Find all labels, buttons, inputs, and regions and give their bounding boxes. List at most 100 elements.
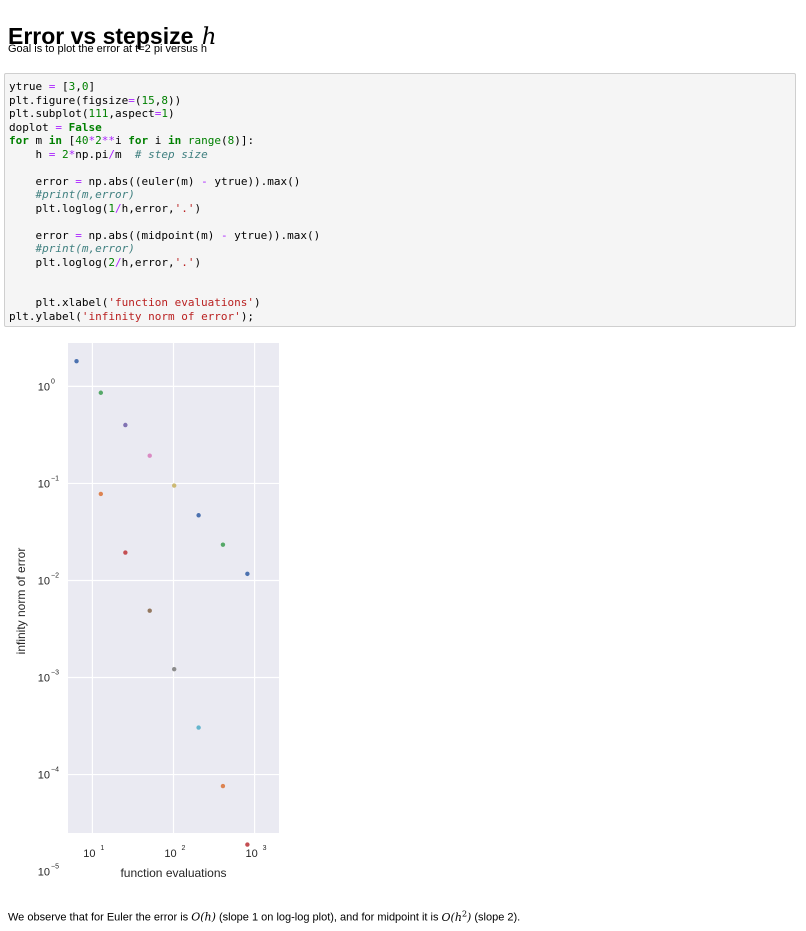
code-token: h,error, (121, 255, 175, 269)
plot-output: 10 1 10 2 10 3 10 0 10 −1 10 −2 10 −3 10 −4 10 −5 function… (0, 330, 300, 906)
code-line: error = np.abs((midpoint(m) - ytrue)).ma… (9, 229, 320, 242)
data-point (74, 358, 79, 364)
code-token: )]: (234, 134, 255, 147)
code-token: 8 (161, 93, 168, 107)
code-token: for (128, 134, 149, 147)
euler-order-math: O(h) (191, 911, 216, 924)
code-token: in (48, 134, 62, 147)
code-token: 111 (88, 107, 109, 120)
error-chart: 10 1 10 2 10 310 010 −110 −210 −310 −410 −5 function… (14, 343, 279, 906)
data-point (123, 422, 128, 428)
code-token: 'function evaluations' (108, 296, 255, 309)
x-tick-exponent: 3 (263, 845, 267, 852)
code-token: ( (221, 134, 228, 147)
code-token: error (9, 228, 76, 242)
y-tick-label: 10 (38, 867, 50, 879)
code-token: - (220, 228, 228, 242)
data-point (220, 542, 226, 547)
code-cell[interactable]: ytrue = [3,0] plt.figure(figsize=(15,8))… (4, 73, 796, 327)
data-point (245, 842, 250, 847)
x-axis-label: function evaluations (120, 866, 226, 880)
code-token: i (115, 134, 129, 147)
x-tick-exponent: 1 (100, 845, 104, 852)
code-token: error (9, 174, 76, 188)
code-token: 2 (108, 255, 115, 269)
data-point (98, 390, 104, 395)
code-token: #print(m,error) (35, 242, 135, 255)
conclusion-part-2: (slope 1 on log-log plot), and for midpo… (215, 911, 442, 924)
code-token: doplot (9, 120, 56, 134)
code-line: plt.xlabel('function evaluations') (9, 296, 261, 309)
x-tick-label: 10 (245, 848, 257, 860)
data-point (245, 571, 250, 577)
code-token: # step size (134, 147, 208, 161)
code-line: h = 2*np.pi/m # step size (9, 147, 208, 161)
code-token: 2 (62, 147, 69, 161)
code-token: np.abs((euler(m) (81, 174, 202, 188)
data-point (123, 550, 128, 555)
y-tick-exponent: −1 (51, 475, 59, 482)
x-tick-label: 10 (164, 848, 176, 860)
midpoint-order-math: O(h2) (441, 909, 472, 924)
code-token: m (115, 147, 135, 161)
code-token: plt.subplot( (9, 107, 89, 120)
code-token: ) (194, 201, 202, 215)
code-token: i (148, 134, 168, 147)
y-tick-label: 10 (38, 381, 50, 393)
code-token: range (187, 134, 221, 147)
code-token: m (28, 134, 49, 147)
y-tick-label: 10 (38, 673, 50, 685)
code-token: [ (62, 134, 76, 147)
code-token: = (128, 93, 135, 107)
code-token: ) (194, 255, 202, 269)
code-token: - (201, 174, 208, 188)
code-token: = (75, 174, 82, 188)
y-tick-label: 10 (38, 575, 50, 587)
euler-order: O(h) (191, 910, 216, 924)
code-token: plt.loglog( (9, 201, 109, 215)
code-token: ,aspect (108, 107, 155, 120)
data-point (147, 608, 152, 613)
conclusion-part-1: We observe that for Euler the error is (8, 911, 192, 924)
code-token: 'infinity norm of error' (81, 309, 241, 323)
code-token: 15 (141, 93, 155, 107)
code-token: = (75, 228, 82, 242)
data-point (220, 783, 226, 789)
conclusion-text: We observe that for Euler the error is O… (8, 906, 520, 926)
code-token: for (9, 134, 29, 147)
y-tick-label: 10 (38, 478, 50, 490)
code-token: ) (167, 107, 175, 120)
y-tick-exponent: 0 (51, 378, 55, 385)
code-token: [ (55, 80, 69, 93)
y-axis-label: infinity norm of error (14, 548, 28, 655)
code-line: #print(m,error) (9, 242, 135, 255)
code-token: plt.ylabel( (9, 309, 82, 323)
midpoint-order-a: O(h (441, 910, 462, 924)
code-line: plt.loglog(1/h,error,'.') (9, 202, 201, 215)
data-point (196, 513, 201, 518)
code-line: error = np.abs((euler(m) - ytrue)).max() (9, 175, 300, 188)
code-block[interactable]: ytrue = [3,0] plt.figure(figsize=(15,8))… (5, 74, 795, 323)
y-tick-exponent: −5 (51, 864, 59, 871)
code-line: #print(m,error) (9, 188, 135, 201)
code-token: ytrue)).max() (227, 228, 321, 242)
y-tick-exponent: −2 (51, 572, 59, 579)
code-token: 40 (75, 134, 89, 147)
code-token: / (108, 147, 115, 161)
y-tick-exponent: −4 (51, 767, 59, 774)
code-token: #print(m,error) (35, 188, 135, 201)
x-tick-label: 10 (83, 848, 95, 860)
intro-text: Goal is to plot the error at t=2 pi vers… (8, 43, 208, 55)
code-token: 0 (81, 80, 89, 93)
code-line: plt.subplot(111,aspect=1) (9, 107, 175, 120)
code-line: ytrue = [3,0] (9, 80, 95, 93)
code-line: doplot = False (9, 121, 102, 134)
code-token: ) (254, 296, 261, 309)
code-token: , (75, 80, 82, 93)
code-token: / (114, 201, 122, 215)
code-line: plt.loglog(2/h,error,'.') (9, 256, 201, 269)
code-token: '.' (174, 201, 195, 215)
